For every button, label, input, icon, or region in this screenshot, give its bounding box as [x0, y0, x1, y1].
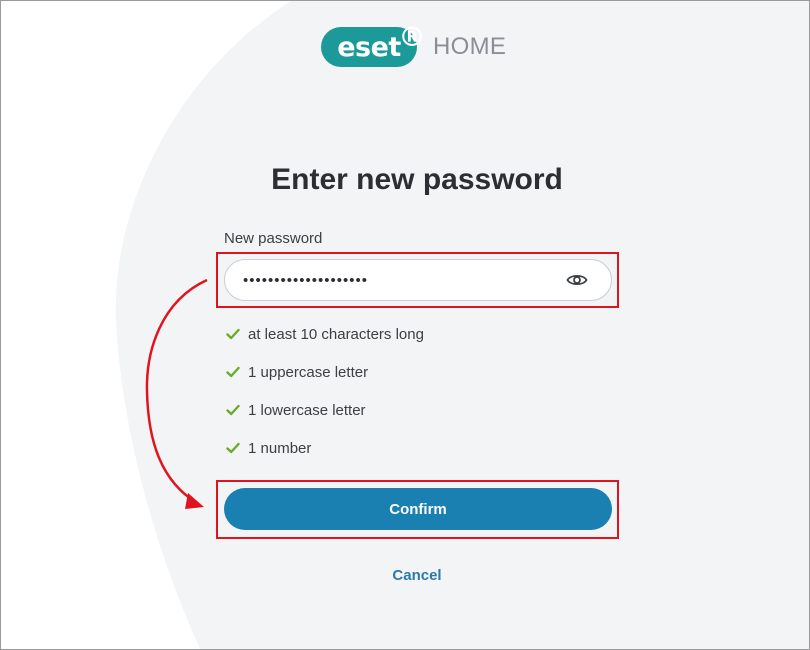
check-icon — [226, 366, 240, 378]
logo-brand-text: eset — [337, 31, 401, 63]
check-icon — [226, 442, 240, 454]
registered-mark: ® — [398, 22, 426, 53]
requirement-text: 1 number — [248, 439, 312, 457]
requirement-text: at least 10 characters long — [248, 325, 424, 343]
eset-logo-badge: eset ® — [321, 24, 425, 67]
check-icon — [226, 328, 240, 340]
eset-home-logo: eset ® HOME — [321, 24, 507, 68]
new-password-label: New password — [224, 230, 323, 247]
requirement-item: at least 10 characters long — [226, 315, 424, 353]
password-requirements: at least 10 characters long 1 uppercase … — [226, 315, 424, 467]
requirement-item: 1 lowercase letter — [226, 391, 424, 429]
confirm-highlight-box — [216, 480, 619, 539]
logo-product-text: HOME — [433, 33, 507, 60]
cancel-link[interactable]: Cancel — [1, 567, 809, 584]
requirement-item: 1 number — [226, 429, 424, 467]
requirement-text: 1 lowercase letter — [248, 401, 366, 419]
check-icon — [226, 404, 240, 416]
requirement-text: 1 uppercase letter — [248, 363, 369, 381]
requirement-item: 1 uppercase letter — [226, 353, 424, 391]
page-frame: eset ® HOME Enter new password New passw… — [0, 0, 810, 650]
page-title: Enter new password — [271, 163, 563, 196]
password-highlight-box — [216, 252, 619, 308]
